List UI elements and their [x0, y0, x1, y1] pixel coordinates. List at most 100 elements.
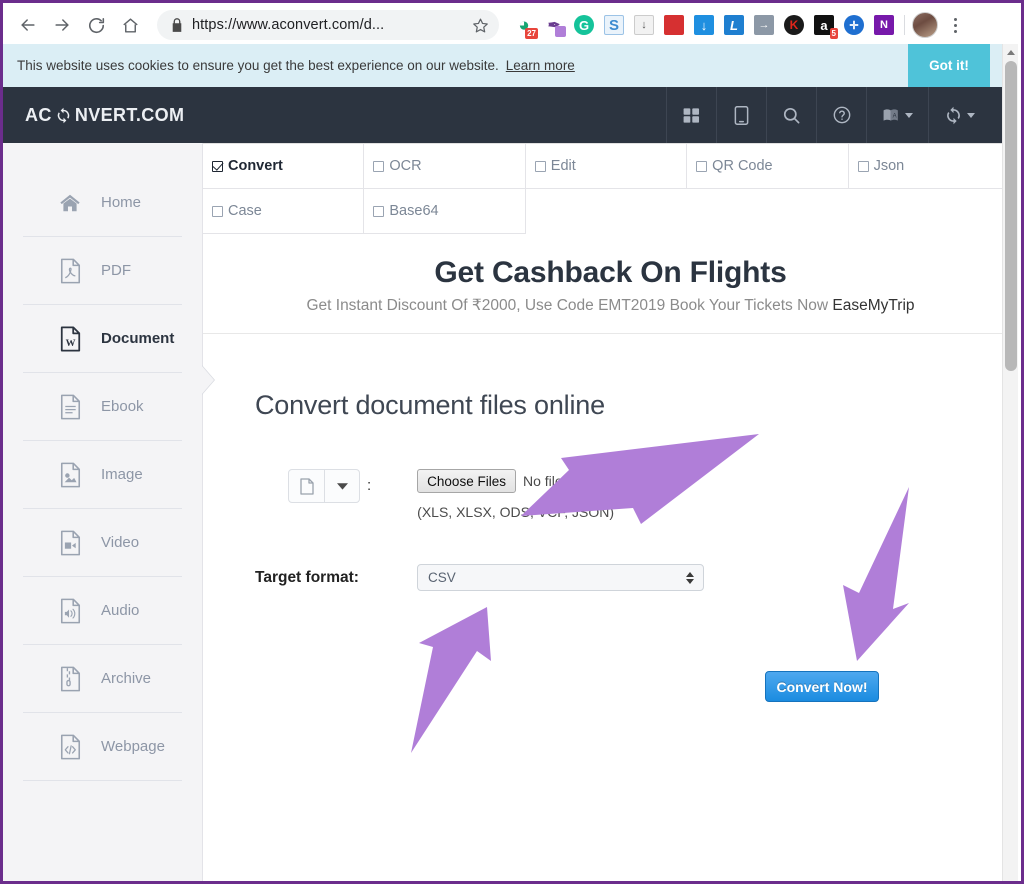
secure-lock-icon: [171, 18, 183, 32]
tab-json[interactable]: Json: [848, 144, 1010, 189]
main-content: Convert OCR Edit QR Code Json Case Base6…: [203, 143, 1018, 881]
toolbar-divider: [904, 15, 905, 35]
target-format-label: Target format:: [255, 568, 359, 586]
extension-png-downloader-icon[interactable]: ↓: [629, 10, 659, 40]
sidebar-item-label: Audio: [101, 602, 140, 619]
page-scrollbar[interactable]: [1002, 44, 1019, 881]
row-colon: :: [367, 477, 372, 494]
tab-qr-code[interactable]: QR Code: [687, 144, 849, 189]
extension-colorpicker-icon[interactable]: ✒: [539, 10, 569, 40]
extension-scribd-icon[interactable]: S: [599, 10, 629, 40]
tab-case[interactable]: Case: [203, 189, 365, 234]
video-file-icon: [57, 529, 83, 557]
site-logo[interactable]: AC NVERT.COM: [25, 105, 184, 126]
extension-amazon-icon[interactable]: a 5: [809, 10, 839, 40]
sidebar-item-image[interactable]: Image: [23, 441, 182, 509]
checkbox-icon: [373, 205, 385, 217]
extension-exit-icon[interactable]: →: [749, 10, 779, 40]
sidebar-item-label: Webpage: [101, 738, 165, 755]
extension-onenote-icon[interactable]: N: [869, 10, 899, 40]
extension-badge-count: 27: [525, 28, 538, 39]
tab-base64[interactable]: Base64: [364, 189, 526, 234]
convert-sync-icon[interactable]: [928, 87, 990, 143]
target-format-select[interactable]: CSV: [417, 564, 704, 591]
tab-label: Edit: [550, 158, 576, 174]
checkbox-icon: [534, 160, 546, 172]
address-bar[interactable]: https://www.aconvert.com/d...: [157, 10, 499, 40]
tab-edit[interactable]: Edit: [525, 144, 688, 189]
target-format-value: CSV: [428, 570, 456, 585]
sidebar-item-ebook[interactable]: Ebook: [23, 373, 182, 441]
help-icon[interactable]: [816, 87, 866, 143]
site-header: AC NVERT.COM A: [3, 87, 1018, 143]
converter-panel: Convert document files online : Choose F…: [203, 334, 1018, 702]
extension-blue-download-icon[interactable]: ↓: [689, 10, 719, 40]
home-icon[interactable]: [113, 8, 147, 42]
extension-blue-l-icon[interactable]: L: [719, 10, 749, 40]
sidebar-item-label: Archive: [101, 670, 152, 687]
sidebar-item-document[interactable]: W Document: [23, 305, 182, 373]
page-title: Convert document files online: [255, 390, 605, 420]
convert-now-button[interactable]: Convert Now!: [765, 671, 879, 702]
checkbox-icon: [212, 160, 223, 172]
audio-file-icon: [57, 597, 83, 625]
tab-ocr[interactable]: OCR: [364, 144, 526, 189]
sidebar-item-pdf[interactable]: PDF: [23, 237, 182, 305]
extension-adblock-icon[interactable]: ◕ 27: [509, 10, 539, 40]
language-icon[interactable]: A: [866, 87, 928, 143]
ad-headline: Get Cashback On Flights: [434, 256, 787, 289]
chrome-menu-icon[interactable]: [942, 10, 968, 40]
sidebar-item-video[interactable]: Video: [23, 509, 182, 577]
profile-avatar[interactable]: [912, 12, 938, 38]
browser-window: https://www.aconvert.com/d... ◕ 27 ✒ G S…: [0, 0, 1024, 884]
brand-sync-icon: [55, 107, 72, 124]
browser-toolbar: https://www.aconvert.com/d... ◕ 27 ✒ G S…: [3, 3, 1021, 47]
brand-text-right: NVERT.COM: [74, 104, 185, 125]
file-chooser: Choose Files No file chosen (XLS, XLSX, …: [417, 469, 614, 520]
sidebar-item-label: Home: [101, 194, 142, 211]
tab-convert[interactable]: Convert: [203, 144, 365, 189]
ad-subline-text: Get Instant Discount Of ₹2000, Use Code …: [306, 297, 833, 314]
forward-arrow-icon[interactable]: [45, 8, 79, 42]
file-input-row: : Choose Files No file chosen (XLS, XLSX…: [255, 469, 1018, 520]
sidebar-item-audio[interactable]: Audio: [23, 577, 182, 645]
sidebar-item-home[interactable]: Home: [23, 169, 182, 237]
back-arrow-icon[interactable]: [11, 8, 45, 42]
source-format-picker[interactable]: [288, 469, 360, 503]
tab-filler: [848, 189, 1010, 234]
sidebar-item-archive[interactable]: Archive: [23, 645, 182, 713]
cookie-accept-button[interactable]: Got it!: [908, 44, 990, 87]
extension-grammarly-icon[interactable]: G: [569, 10, 599, 40]
checkbox-icon: [373, 160, 385, 172]
tab-label: QR Code: [712, 158, 773, 174]
sidebar-item-label: PDF: [101, 262, 131, 279]
cookie-learn-more-link[interactable]: Learn more: [506, 58, 575, 73]
grid-icon[interactable]: [666, 87, 716, 143]
checkbox-icon: [212, 205, 223, 217]
sidebar-item-label: Image: [101, 466, 143, 483]
extension-kaspersky-icon[interactable]: K: [779, 10, 809, 40]
scrollbar-up-arrow[interactable]: [1003, 44, 1019, 60]
sidebar-nav: Home PDF W Document Ebook Image Video Au…: [3, 143, 214, 881]
scrollbar-thumb[interactable]: [1005, 61, 1017, 371]
choose-files-button[interactable]: Choose Files: [417, 469, 516, 493]
mobile-icon[interactable]: [716, 87, 766, 143]
page-body: Home PDF W Document Ebook Image Video Au…: [3, 143, 1018, 881]
sidebar-item-webpage[interactable]: Webpage: [23, 713, 182, 781]
chevron-down-icon[interactable]: [324, 470, 359, 502]
select-stepper-icon: [686, 571, 694, 584]
bookmark-star-icon[interactable]: [472, 17, 489, 34]
search-icon[interactable]: [766, 87, 816, 143]
svg-text:A: A: [893, 113, 897, 119]
ebook-file-icon: [57, 393, 83, 421]
extension-blue-target-icon[interactable]: ✛: [839, 10, 869, 40]
top-advertisement[interactable]: Get Cashback On Flights Get Instant Disc…: [203, 234, 1018, 334]
reload-icon[interactable]: [79, 8, 113, 42]
tab-filler: [687, 189, 849, 234]
sidebar-item-label: Ebook: [101, 398, 144, 415]
word-document-icon: W: [57, 325, 83, 353]
supported-formats-hint: (XLS, XLSX, ODS, VCF, JSON): [417, 504, 614, 520]
cookie-message: This website uses cookies to ensure you …: [17, 58, 499, 73]
extension-red-book-icon[interactable]: [659, 10, 689, 40]
home-icon: [57, 189, 83, 217]
